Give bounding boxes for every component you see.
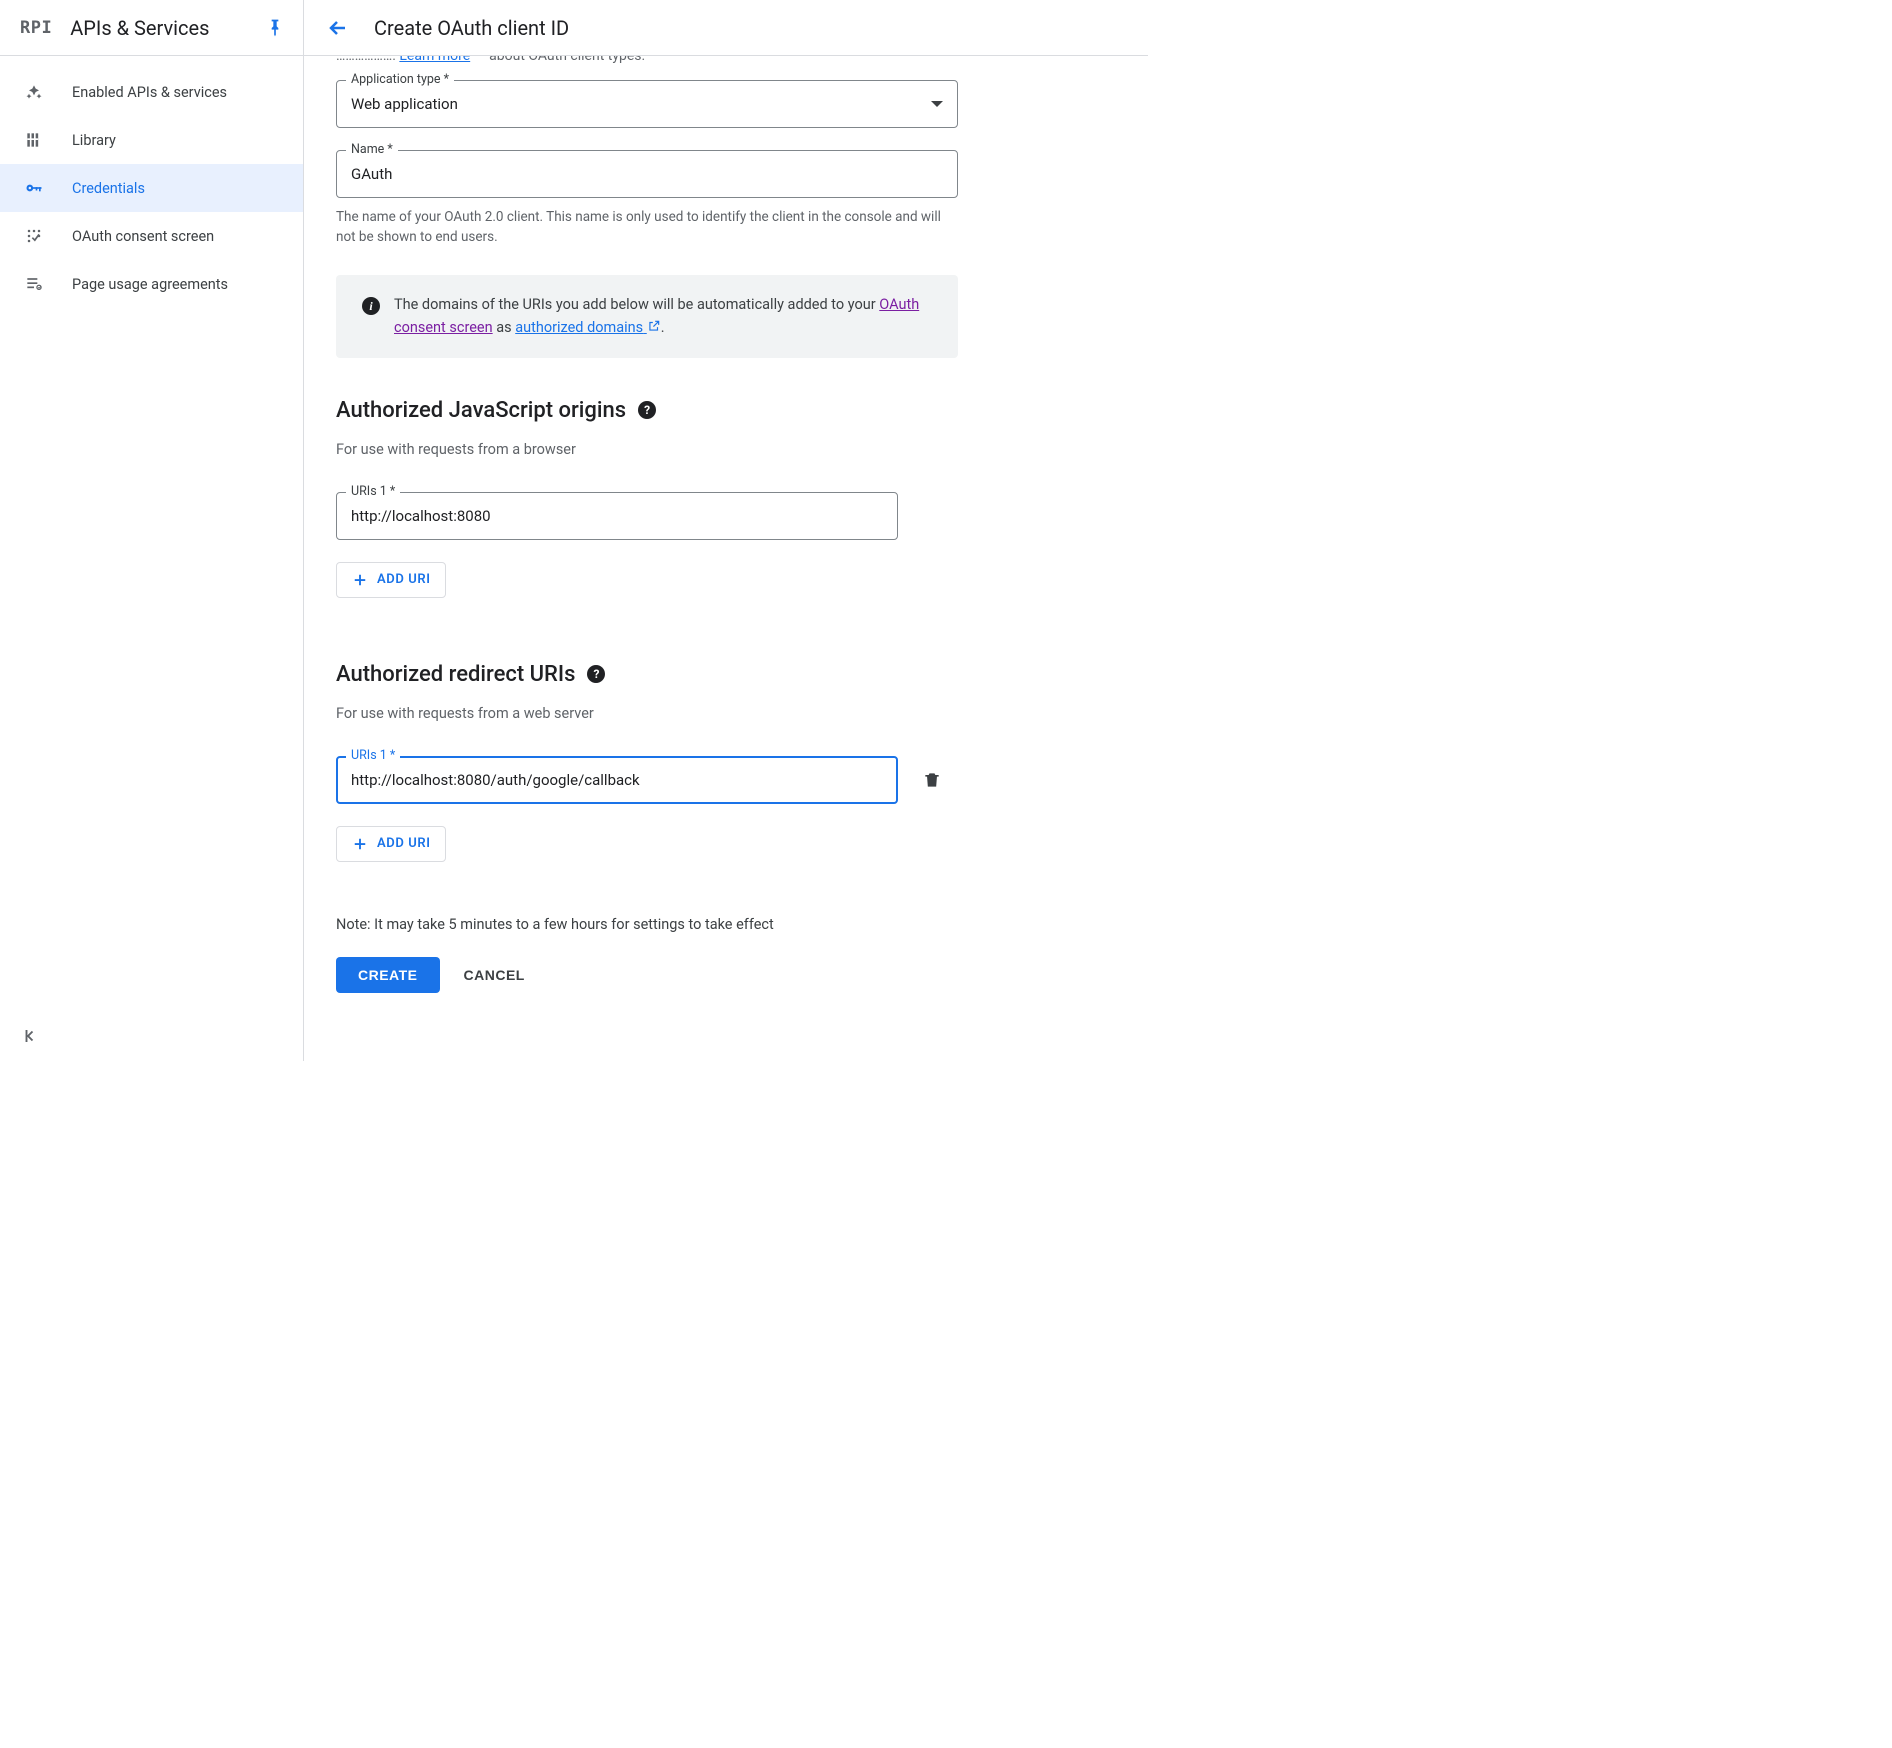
sidebar-item-label: Credentials	[72, 180, 145, 197]
js-origins-title: Authorized JavaScript origins	[336, 398, 626, 423]
application-type-select[interactable]: Web application	[336, 80, 958, 128]
api-logo: RPI	[20, 18, 52, 38]
name-helper: The name of your OAuth 2.0 client. This …	[336, 208, 958, 247]
plus-icon	[351, 571, 369, 589]
collapse-sidebar-icon[interactable]	[22, 1027, 40, 1049]
redirect-uris-title: Authorized redirect URIs	[336, 662, 575, 687]
library-icon	[24, 130, 44, 150]
authorized-domains-link[interactable]: authorized domains	[515, 319, 661, 336]
delete-uri-icon[interactable]	[922, 770, 942, 790]
consent-icon	[24, 226, 44, 246]
sidebar-item-label: Page usage agreements	[72, 276, 228, 293]
sidebar: Enabled APIs & services Library Credenti…	[0, 56, 304, 1061]
sidebar-item-enabled-apis[interactable]: Enabled APIs & services	[0, 68, 303, 116]
settings-delay-note: Note: It may take 5 minutes to a few hou…	[336, 916, 958, 933]
help-text-partial: ………………. Learn more about OAuth client ty…	[336, 56, 958, 64]
origin-uri-input[interactable]	[336, 492, 898, 540]
add-origin-uri-button[interactable]: Add URI	[336, 562, 446, 598]
info-icon: i	[362, 297, 380, 315]
info-banner: i The domains of the URIs you add below …	[336, 275, 958, 357]
application-type-label: Application type *	[346, 72, 454, 87]
help-icon[interactable]: ?	[587, 665, 605, 683]
create-button[interactable]: CREATE	[336, 957, 440, 993]
redirect-uri-label: URIs 1 *	[346, 748, 400, 763]
sidebar-item-library[interactable]: Library	[0, 116, 303, 164]
learn-more-link[interactable]: Learn more	[399, 56, 470, 64]
application-type-value: Web application	[351, 95, 458, 113]
credentials-icon	[24, 178, 44, 198]
back-arrow-icon[interactable]	[326, 16, 350, 40]
product-title: APIs & Services	[70, 16, 247, 40]
page-title: Create OAuth client ID	[374, 16, 569, 40]
name-input[interactable]	[336, 150, 958, 198]
agreements-icon	[24, 274, 44, 294]
redirect-uri-input[interactable]	[336, 756, 898, 804]
add-redirect-uri-button[interactable]: Add URI	[336, 826, 446, 862]
sidebar-item-label: OAuth consent screen	[72, 228, 214, 245]
cancel-button[interactable]: CANCEL	[464, 967, 525, 983]
pin-icon[interactable]	[265, 18, 285, 38]
help-icon[interactable]: ?	[638, 401, 656, 419]
sidebar-item-label: Library	[72, 132, 116, 149]
plus-icon	[351, 835, 369, 853]
name-label: Name *	[346, 142, 398, 157]
origin-uri-label: URIs 1 *	[346, 484, 400, 499]
enabled-apis-icon	[24, 82, 44, 102]
sidebar-item-credentials[interactable]: Credentials	[0, 164, 303, 212]
sidebar-item-oauth-consent[interactable]: OAuth consent screen	[0, 212, 303, 260]
chevron-down-icon	[931, 101, 943, 107]
sidebar-item-label: Enabled APIs & services	[72, 84, 227, 101]
redirect-uris-desc: For use with requests from a web server	[336, 705, 958, 722]
js-origins-desc: For use with requests from a browser	[336, 441, 958, 458]
sidebar-item-agreements[interactable]: Page usage agreements	[0, 260, 303, 308]
